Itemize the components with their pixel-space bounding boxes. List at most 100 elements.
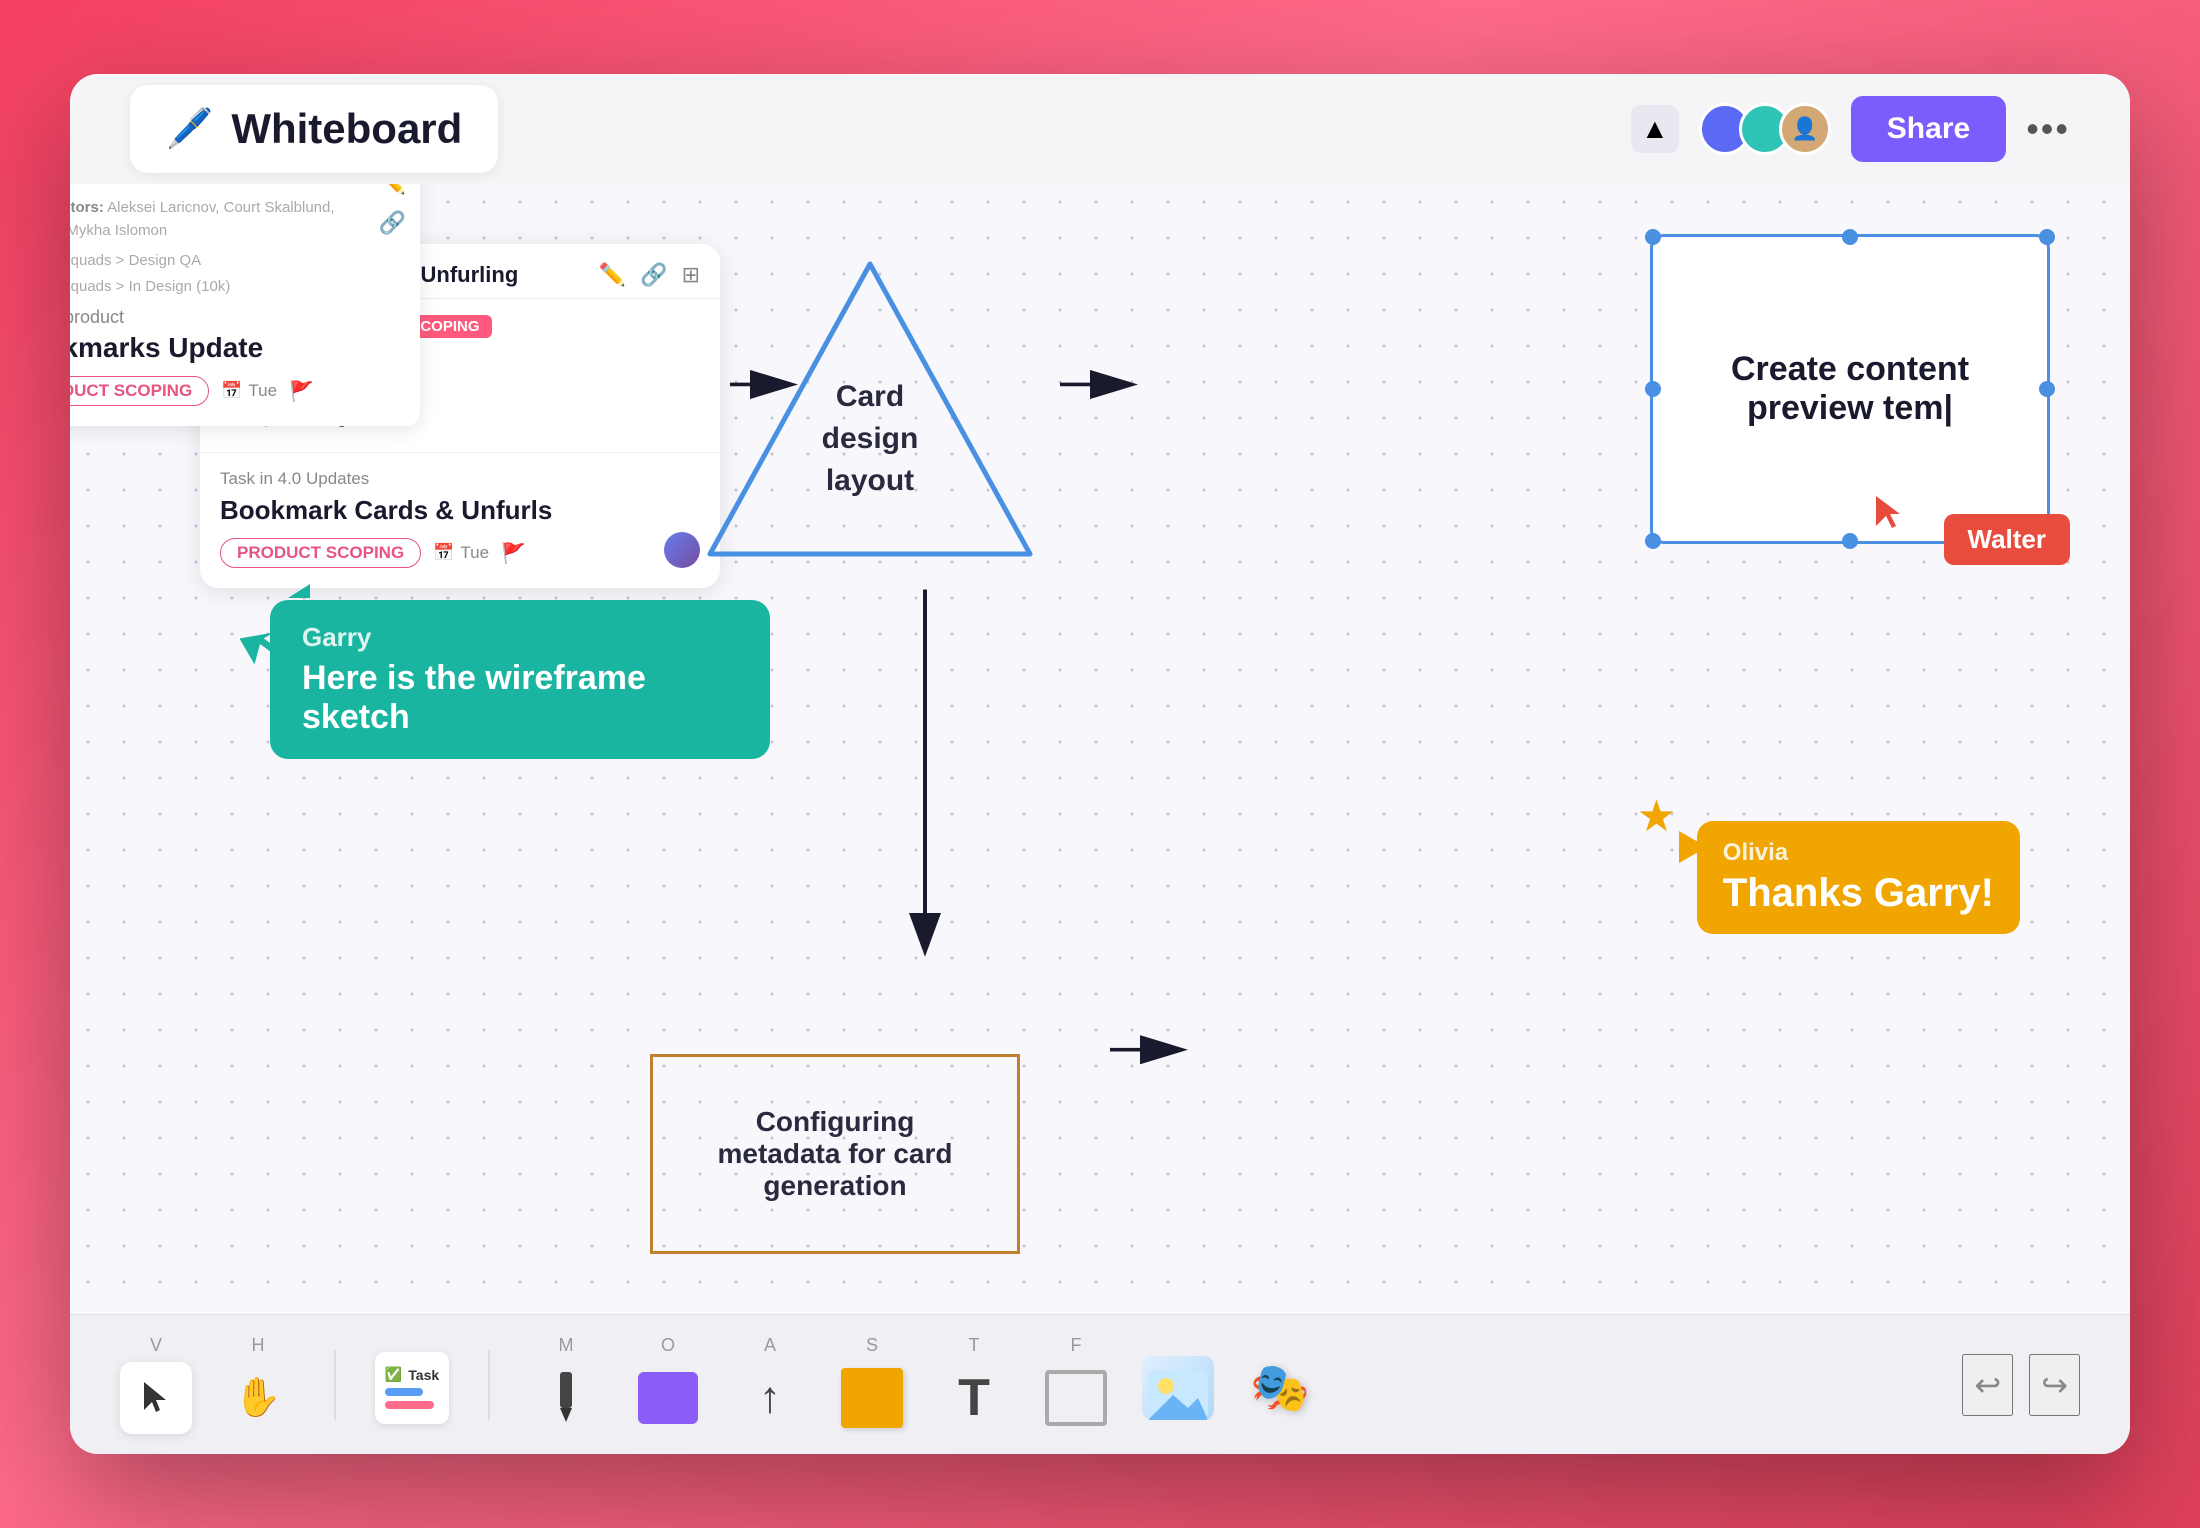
date-tag: 📅 Tue (433, 543, 489, 563)
walter-cursor-icon (1872, 494, 1900, 530)
doc-scoping-tag: PRODUCT SCOPING (70, 376, 209, 406)
marker-icon (550, 1368, 582, 1428)
redo-button[interactable]: ↪ (2029, 1354, 2080, 1416)
tool-m-key: M (559, 1335, 574, 1356)
top-bar: 🖊️ Whiteboard ▲ 👤 Share ••• (70, 74, 2130, 184)
tool-s-key: S (866, 1335, 878, 1356)
hand-tool[interactable]: ✋ (222, 1362, 294, 1434)
scoping-tag: PRODUCT SCOPING (220, 538, 421, 568)
image-tool[interactable] (1142, 1352, 1214, 1424)
link-icon-doc[interactable]: 🔗 (379, 210, 406, 236)
doc-card-icons: ✏️ 🔗 (379, 184, 420, 236)
handle-tm (1842, 229, 1858, 245)
tool-o-key: O (661, 1335, 675, 1356)
olivia-star-icon: ★ (1637, 791, 1676, 842)
tool-task-group: ✅ Task (376, 1346, 448, 1424)
handle-ml (1645, 381, 1661, 397)
doc-card: Sep Contributors: Aleksei Laricnov, Cour… (70, 184, 420, 426)
undo-button[interactable]: ↩ (1962, 1354, 2013, 1416)
task-card-preview: ✅ Task (375, 1352, 449, 1424)
tool-h-key: H (252, 1335, 265, 1356)
olivia-message-box: Olivia Thanks Garry! (1697, 821, 2020, 934)
image-shape (1142, 1356, 1214, 1420)
tool-a-key: A (764, 1335, 776, 1356)
tool-t-key: T (969, 1335, 980, 1356)
garry-bubble: Garry Here is the wireframe sketch (270, 584, 770, 759)
task-main-title: Bookmark Cards & Unfurls (220, 495, 700, 526)
olivia-name: Olivia (1723, 839, 1994, 867)
cursor-svg: ▲ (1641, 113, 1669, 145)
tool-text-group: T T (938, 1335, 1010, 1434)
garry-name: Garry (302, 622, 738, 653)
walter-cursor-area (1872, 494, 1900, 535)
cursor-tool-icon[interactable]: ▲ (1631, 105, 1679, 153)
text-tool[interactable]: T (938, 1362, 1010, 1434)
sticky-shape (841, 1368, 903, 1428)
doc-views: ☰ EPD Squads > Design QA ☰ EPD Squads > … (70, 248, 361, 299)
marker-tool[interactable] (530, 1362, 602, 1434)
sticky-tool[interactable] (836, 1362, 908, 1434)
app-window: 🖊️ Whiteboard ▲ 👤 Share ••• (70, 74, 2130, 1454)
task-card-tool[interactable]: ✅ Task (376, 1352, 448, 1424)
avatar-group: 👤 (1699, 103, 1831, 155)
garry-cursor-icon (240, 624, 280, 664)
tool-v-key: V (150, 1335, 162, 1356)
page-title: Whiteboard (231, 105, 462, 153)
toolbar-left: V H ✋ ✅ T (120, 1335, 1316, 1434)
flow-box: Configuring metadata for card generation (650, 1054, 1020, 1254)
task-tags: PRODUCT SCOPING 📅 Tue 🚩 (220, 538, 700, 568)
frame-tool[interactable] (1040, 1362, 1112, 1434)
share-button[interactable]: Share (1851, 96, 2006, 162)
link-icon[interactable]: 🔗 (640, 262, 667, 288)
flag-icon: 🚩 (501, 541, 526, 566)
avatar-3: 👤 (1779, 103, 1831, 155)
tool-frame-group: F (1040, 1335, 1112, 1434)
toolbar-divider-2 (488, 1350, 490, 1420)
olivia-bubble: ★ Olivia Thanks Garry! (1697, 821, 2020, 934)
doc-date-tag: 📅 Tue (221, 381, 277, 401)
preview-line-1 (385, 1388, 423, 1396)
selected-rect[interactable]: Create content preview tem| (1650, 234, 2050, 544)
edit-icon[interactable]: ✏️ (599, 262, 626, 288)
olivia-cursor-icon (1679, 831, 1707, 863)
more-button[interactable]: ••• (2026, 108, 2070, 150)
flow-box-text: Configuring metadata for card generation (708, 1096, 963, 1212)
select-tool[interactable] (120, 1362, 192, 1434)
triangle-shape-container: Card design layout (690, 234, 1050, 594)
tool-hand-group: H ✋ (222, 1335, 294, 1434)
image-preview-icon (1148, 1370, 1208, 1420)
doc-flag-icon: 🚩 (289, 379, 314, 404)
calendar-icon: 📅 (433, 543, 454, 563)
toolbar-divider-1 (334, 1350, 336, 1420)
sticker-shape: 🎭 (1244, 1352, 1316, 1424)
preview-line-2 (385, 1401, 434, 1409)
tool-shape-group: O (632, 1335, 704, 1434)
whiteboard-icon: 🖊️ (166, 107, 213, 151)
handle-bm (1842, 533, 1858, 549)
text-T-icon: T (958, 1368, 990, 1428)
toolbar-right: ↩ ↪ (1962, 1354, 2080, 1416)
doc-contributors: Contributors: Aleksei Laricnov, Court Sk… (70, 197, 361, 242)
task-subtitle: Task in 4.0 Updates (220, 469, 700, 489)
triangle-svg (690, 234, 1050, 594)
doc-sep: Sep (70, 184, 361, 191)
doc-calendar-icon: 📅 (221, 381, 242, 401)
doc-tags: PRODUCT SCOPING 📅 Tue 🚩 (70, 376, 420, 406)
shape-tool[interactable] (632, 1362, 704, 1434)
top-actions: ▲ 👤 Share ••• (1631, 96, 2070, 162)
title-block: 🖊️ Whiteboard (130, 85, 498, 173)
doc-card-content: Sep Contributors: Aleksei Laricnov, Cour… (70, 184, 379, 307)
task-card-footer: Task in 4.0 Updates Bookmark Cards & Unf… (200, 452, 720, 588)
canvas-area[interactable]: Bookmark cards & Unfurling ✏️ 🔗 ⊞ Status… (70, 184, 2130, 1314)
tool-marker-group: M (530, 1335, 602, 1434)
frame-shape (1045, 1370, 1107, 1426)
walter-label: Walter (1944, 514, 2071, 565)
garry-text: Here is the wireframe sketch (302, 659, 738, 737)
edit-icon-doc[interactable]: ✏️ (379, 184, 406, 196)
tool-f-key: F (1071, 1335, 1082, 1356)
task-card-actions: ✏️ 🔗 ⊞ (599, 262, 700, 288)
doc-title: Bookmarks Update (70, 332, 420, 364)
arrow-tool[interactable]: ↑ (734, 1362, 806, 1434)
sticker-tool[interactable]: 🎭 (1244, 1352, 1316, 1424)
garry-message-box: Garry Here is the wireframe sketch (270, 600, 770, 759)
